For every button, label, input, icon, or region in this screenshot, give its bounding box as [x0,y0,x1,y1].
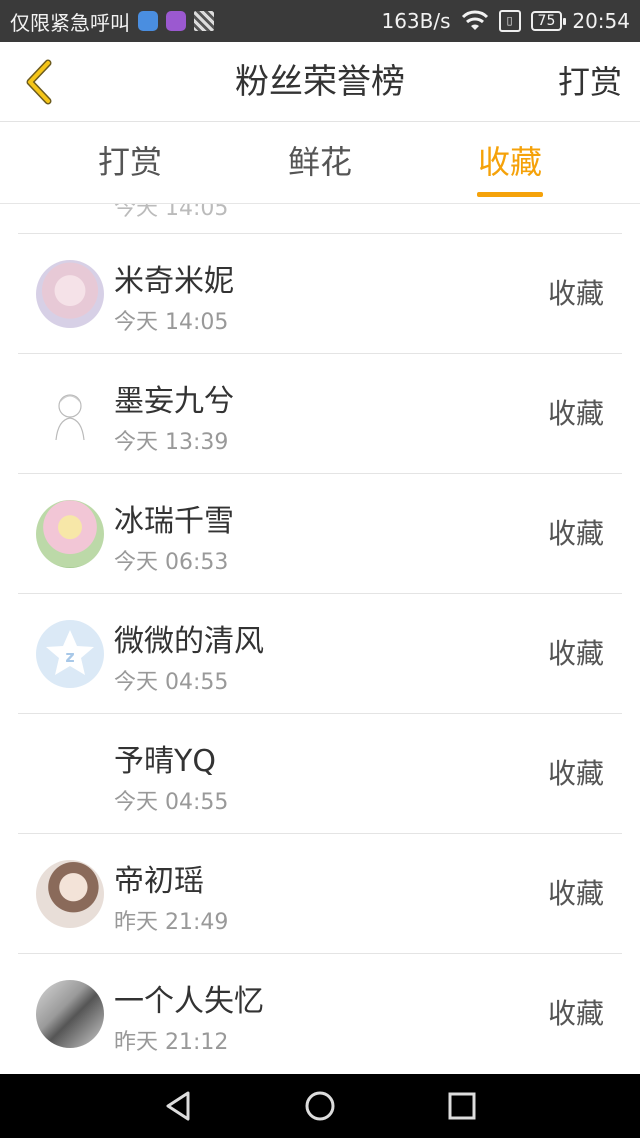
item-action: 收藏 [547,637,604,670]
tab-reward[interactable]: 打赏 [70,122,190,204]
list-item[interactable]: 冰瑞千雪 今天 06:53 收藏 [18,473,622,593]
fan-list[interactable]: 今天 14:05 米奇米妮 今天 14:05 收藏 墨妄九兮 今天 13:39 … [0,204,640,1074]
nav-recent-icon[interactable] [444,1088,480,1124]
item-time: 今天 14:05 [114,204,229,221]
item-action: 收藏 [547,877,604,910]
item-action: 收藏 [547,397,604,430]
location-icon [138,11,158,31]
system-nav-bar [0,1074,640,1138]
item-name: 一个人失忆 [114,984,264,1019]
item-time: 今天 04:55 [114,670,229,695]
item-name: 帝初瑶 [114,864,204,899]
chevron-left-icon [26,59,52,105]
item-time: 今天 04:55 [114,790,229,815]
list-item[interactable]: 予晴YQ 今天 04:55 收藏 [18,713,622,833]
avatar [36,740,104,808]
item-name: 冰瑞千雪 [114,504,234,539]
page-title: 粉丝荣誉榜 [235,62,405,102]
item-time: 昨天 21:49 [114,910,229,935]
item-name: 微微的清风 [114,624,264,659]
gallery-icon [166,11,186,31]
list-item[interactable]: 一个人失忆 昨天 21:12 收藏 [18,953,622,1073]
item-action: 收藏 [547,757,604,790]
list-item-partial: 今天 14:05 [18,204,622,234]
qr-icon [194,11,214,31]
active-tab-indicator [477,192,543,197]
reward-button[interactable]: 打赏 [558,42,622,122]
avatar [36,380,104,448]
nav-home-icon[interactable] [302,1088,338,1124]
nav-back-icon[interactable] [160,1088,196,1124]
battery-icon: 75 [530,11,567,31]
battery-level: 75 [537,13,556,29]
item-time: 昨天 21:12 [114,1030,229,1055]
back-button[interactable] [14,56,64,108]
avatar [36,500,104,568]
avatar [36,980,104,1048]
item-name: 予晴YQ [114,744,216,779]
item-action: 收藏 [547,997,604,1030]
svg-text:z: z [65,647,74,666]
item-time: 今天 13:39 [114,430,229,455]
tab-bar: 打赏 鲜花 收藏 [0,122,640,204]
item-name: 墨妄九兮 [114,384,234,419]
list-item[interactable]: 墨妄九兮 今天 13:39 收藏 [18,353,622,473]
carrier-text: 仅限紧急呼叫 [10,10,130,35]
avatar [36,860,104,928]
wifi-icon [461,10,489,32]
item-time: 今天 14:05 [114,310,229,335]
item-time: 今天 06:53 [114,550,229,575]
list-item[interactable]: z 微微的清风 今天 04:55 收藏 [18,593,622,713]
list-item[interactable]: 米奇米妮 今天 14:05 收藏 [18,233,622,353]
item-action: 收藏 [547,277,604,310]
page-header: 粉丝荣誉榜 打赏 [0,42,640,122]
clock: 20:54 [572,9,630,33]
avatar [36,260,104,328]
network-speed: 163B/s [381,9,451,33]
tab-flowers[interactable]: 鲜花 [260,122,380,204]
status-bar: 仅限紧急呼叫 163B/s ▯ 75 20:54 [0,0,640,42]
list-item[interactable]: 帝初瑶 昨天 21:49 收藏 [18,833,622,953]
item-action: 收藏 [547,517,604,550]
item-name: 米奇米妮 [114,264,234,299]
sim-icon: ▯ [498,10,521,32]
avatar: z [36,620,104,688]
